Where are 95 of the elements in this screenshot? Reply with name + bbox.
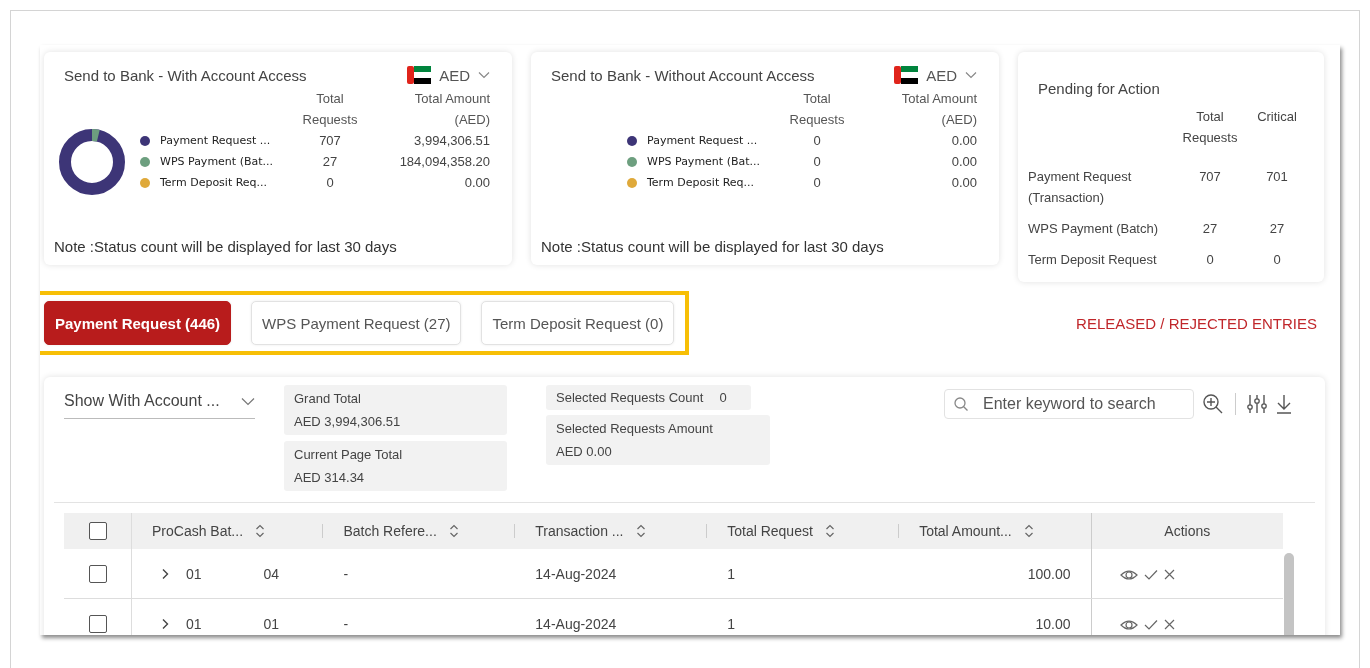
request-count: 0 — [325, 174, 335, 192]
legend-label: Payment Request ... — [160, 134, 271, 147]
legend-label: Payment Request ... — [647, 134, 758, 147]
amount-value: 0.00 — [950, 153, 977, 171]
reject-close-icon[interactable] — [1163, 569, 1175, 581]
table-cell: 1 — [727, 565, 735, 582]
filter-select[interactable]: Show With Account ... — [64, 387, 255, 419]
selection-label: Selected Requests Amount — [556, 421, 714, 436]
row-label: WPS Payment (Batch) — [1028, 220, 1160, 238]
view-eye-icon[interactable] — [1119, 617, 1138, 632]
amount-value: 0.00 — [463, 174, 490, 192]
total-value: AED 3,994,306.51 — [294, 414, 402, 429]
amount-value: 184,094,358.20 — [398, 153, 490, 171]
approve-check-icon[interactable] — [1143, 568, 1158, 581]
table-cell: - — [343, 615, 349, 632]
legend-label: Term Deposit Req... — [160, 176, 268, 189]
flag-icon — [894, 66, 919, 84]
legend-label: WPS Payment (Bat... — [160, 155, 274, 168]
row-checkbox[interactable] — [88, 614, 107, 633]
request-count: 0 — [1205, 251, 1215, 269]
table-cell: 1 — [727, 615, 735, 632]
donut-chart-drawing — [58, 127, 126, 196]
legend-label: Term Deposit Req... — [647, 176, 755, 189]
tab[interactable]: Payment Request (446) — [44, 301, 232, 345]
currency-select[interactable]: AED — [894, 66, 977, 84]
amount-value: 3,994,306.51 — [413, 132, 490, 150]
sort-icon[interactable] — [635, 524, 646, 538]
critical-count: 27 — [1268, 220, 1286, 238]
card-title: Send to Bank - With Account Access — [64, 66, 307, 84]
search-icon — [953, 396, 969, 412]
request-count: 0 — [812, 153, 822, 171]
request-count: 0 — [812, 174, 822, 192]
row-checkbox[interactable] — [88, 564, 107, 583]
search-field[interactable]: Enter keyword to search — [944, 389, 1194, 419]
request-count: 707 — [1198, 168, 1222, 186]
selection-value: AED 0.00 — [556, 444, 613, 459]
card-title: Pending for Action — [1037, 80, 1160, 97]
table-cell: 04 — [263, 565, 280, 582]
request-count: 707 — [318, 132, 342, 150]
table-cell: 01 — [186, 565, 202, 582]
column-header: Total Amount (AED) — [900, 90, 977, 129]
total-label: Current Page Total — [294, 447, 404, 462]
sort-icon[interactable] — [255, 524, 266, 538]
currency-select[interactable]: AED — [407, 66, 490, 84]
reject-close-icon[interactable] — [1163, 619, 1175, 631]
critical-count: 701 — [1265, 168, 1289, 186]
table-cell: 01 — [263, 615, 280, 632]
zoom-in-icon[interactable] — [1202, 393, 1224, 415]
amount-value: 0.00 — [950, 174, 977, 192]
row-label: Payment Request (Transaction) — [1028, 168, 1133, 207]
flag-icon — [407, 66, 432, 84]
card-title: Send to Bank - Without Account Access — [551, 66, 815, 84]
column-header[interactable]: Total Request — [727, 523, 813, 539]
released-entries-link[interactable]: RELEASED / REJECTED ENTRIES — [1076, 314, 1317, 332]
expand-chevron-icon[interactable] — [160, 617, 170, 630]
sort-icon[interactable] — [448, 524, 459, 538]
total-label: Grand Total — [294, 391, 362, 406]
total-value: AED 314.34 — [294, 470, 366, 485]
note-text: Note :Status count will be displayed for last 30 days — [541, 238, 885, 255]
table-cell: 100.00 — [1027, 565, 1071, 582]
request-count: 27 — [1201, 220, 1219, 238]
tab[interactable]: Term Deposit Request (0) — [481, 301, 675, 345]
column-header: Total Amount (AED) — [413, 90, 490, 129]
column-header[interactable]: Actions — [1164, 523, 1211, 539]
tab[interactable]: WPS Payment Request (27) — [251, 301, 462, 345]
scrollbar-thumb[interactable] — [1284, 553, 1294, 635]
legend-label: WPS Payment (Bat... — [647, 155, 761, 168]
table-cell: 10.00 — [1035, 615, 1071, 632]
request-count: 27 — [321, 153, 339, 171]
select-all-checkbox[interactable] — [88, 522, 107, 541]
expand-chevron-icon[interactable] — [160, 567, 170, 580]
selection-label: Selected Requests Count — [556, 390, 704, 405]
chevron-down-icon — [965, 71, 977, 79]
critical-count: 0 — [1272, 251, 1282, 269]
amount-value: 0.00 — [950, 132, 977, 150]
table-cell: 14-Aug-2024 — [535, 565, 617, 582]
column-header: Total Requests — [788, 90, 846, 129]
row-label: Term Deposit Request — [1028, 251, 1158, 269]
table-cell: 14-Aug-2024 — [535, 615, 617, 632]
sort-icon[interactable] — [1023, 524, 1034, 538]
chevron-down-icon — [241, 396, 255, 406]
column-header: Critical — [1256, 108, 1298, 126]
table-cell: - — [343, 565, 349, 582]
download-icon[interactable] — [1275, 393, 1293, 415]
chevron-down-icon — [478, 71, 490, 79]
sort-icon[interactable] — [824, 524, 835, 538]
approve-check-icon[interactable] — [1143, 618, 1158, 631]
request-count: 0 — [812, 132, 822, 150]
column-header: Total Requests — [1181, 108, 1239, 147]
selection-value: 0 — [719, 390, 727, 405]
filter-sliders-icon[interactable] — [1247, 393, 1267, 415]
view-eye-icon[interactable] — [1119, 567, 1138, 582]
note-text: Note :Status count will be displayed for last 30 days — [54, 238, 398, 255]
table-cell: 01 — [186, 615, 202, 632]
column-header: Total Requests — [301, 90, 359, 129]
